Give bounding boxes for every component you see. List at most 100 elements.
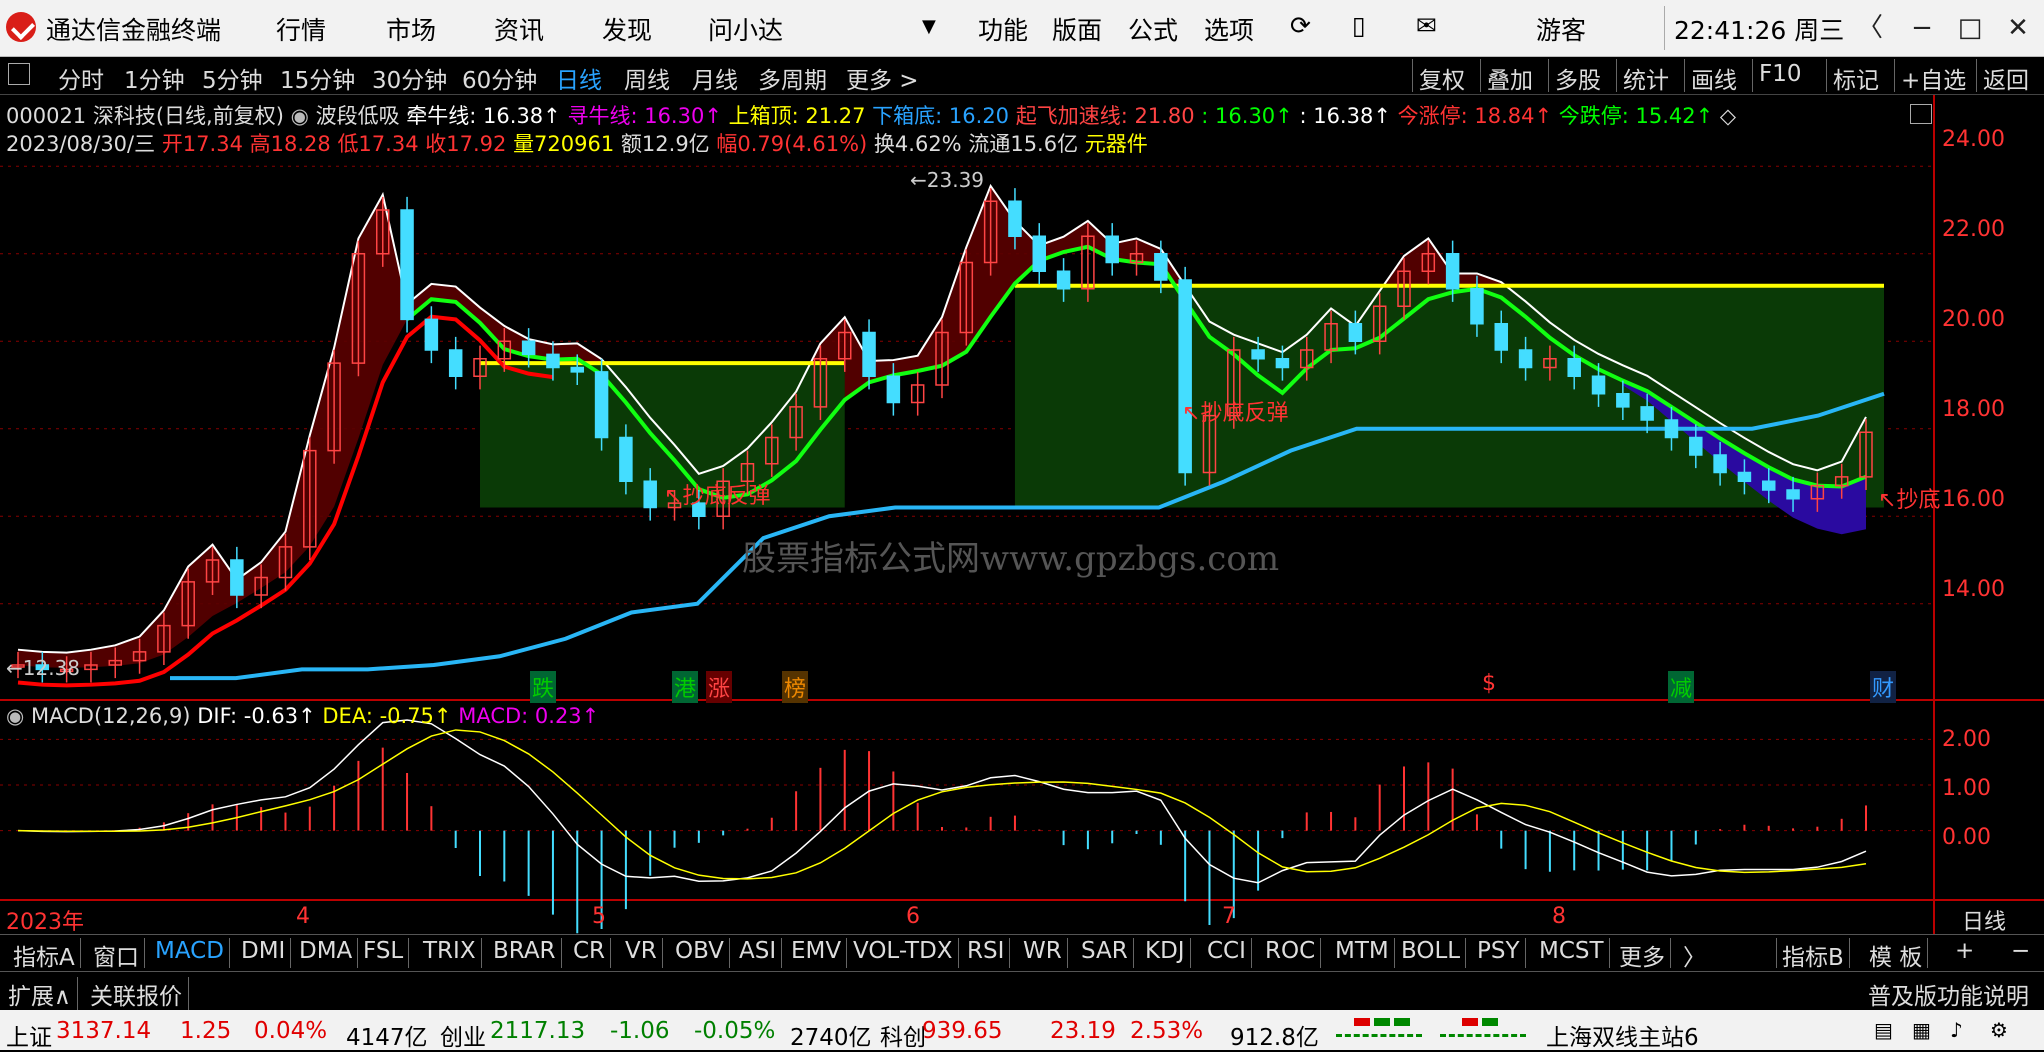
tab-zhibiao-a[interactable]: 指标A xyxy=(8,938,81,971)
signal-label: ↖抄底 xyxy=(1878,488,1941,513)
event-marker[interactable]: 财 xyxy=(1870,671,1897,703)
menu-hangqing[interactable]: 行情 xyxy=(276,11,326,47)
btn-biaoji[interactable]: 标记 xyxy=(1826,59,1885,94)
tab-emv[interactable]: EMV xyxy=(786,938,848,968)
tab-psy[interactable]: PSY xyxy=(1472,938,1526,968)
version-notes-link[interactable]: 普及版功能说明 xyxy=(1868,977,2029,1011)
settings-icon[interactable]: ⚙ xyxy=(1990,1018,2008,1042)
mail-icon[interactable]: ✉ xyxy=(1416,11,1437,40)
tab-chuangkou[interactable]: 窗口 xyxy=(88,938,145,971)
tab-brar[interactable]: BRAR xyxy=(488,938,562,968)
tab-kdj[interactable]: KDJ xyxy=(1140,938,1191,968)
period-30min[interactable]: 30分钟 xyxy=(372,61,447,95)
event-marker[interactable]: 涨 xyxy=(706,671,733,703)
period-weekly[interactable]: 周线 xyxy=(624,61,670,95)
quote-high: 高18.28 xyxy=(249,132,331,156)
extend-toggle[interactable]: 扩展∧ xyxy=(8,977,78,1011)
bell-icon[interactable]: ♪ xyxy=(1950,1018,1963,1042)
remove-icon[interactable]: − xyxy=(2006,938,2035,968)
tab-obv[interactable]: OBV xyxy=(670,938,730,968)
menu-gongshi[interactable]: 公式 xyxy=(1128,11,1178,47)
kline-chart[interactable] xyxy=(0,95,2044,935)
minimize-icon[interactable]: − xyxy=(1902,8,1942,48)
grid-icon[interactable]: ▦ xyxy=(1912,1018,1931,1042)
btn-f10[interactable]: F10 xyxy=(1752,59,1808,92)
btn-huaxian[interactable]: 画线 xyxy=(1684,59,1743,94)
btn-duogu[interactable]: 多股 xyxy=(1548,59,1607,94)
panel-toggle-icon[interactable] xyxy=(8,63,30,85)
refresh-icon[interactable]: ⟳ xyxy=(1290,11,1311,40)
server-name[interactable]: 上海双线主站6 xyxy=(1546,1018,1699,1052)
menu-xuanxiang[interactable]: 选项 xyxy=(1204,11,1254,47)
chevron-down-icon[interactable]: ▼ xyxy=(922,16,936,37)
event-marker[interactable]: 榜 xyxy=(782,671,809,703)
period-more[interactable]: 更多 > xyxy=(846,61,919,95)
btn-tongji[interactable]: 统计 xyxy=(1616,59,1675,94)
tab-sar[interactable]: SAR xyxy=(1076,938,1134,968)
tab-wr[interactable]: WR xyxy=(1018,938,1068,968)
tab-dmi[interactable]: DMI xyxy=(236,938,292,968)
panel-expand-icon[interactable] xyxy=(1910,104,1932,124)
btn-diejia[interactable]: 叠加 xyxy=(1480,59,1539,94)
tab-macd[interactable]: MACD xyxy=(150,938,230,968)
tab-mcst[interactable]: MCST xyxy=(1534,938,1610,968)
candle-body xyxy=(230,559,244,596)
related-quotes[interactable]: 关联报价 xyxy=(90,977,189,1011)
period-5min[interactable]: 5分钟 xyxy=(202,61,263,95)
formula-dropdown-icon[interactable]: ◉ xyxy=(291,104,309,128)
menu-shichang[interactable]: 市场 xyxy=(386,11,436,47)
tab-boll[interactable]: BOLL xyxy=(1396,938,1467,968)
kc-index-name[interactable]: 科创 xyxy=(880,1018,926,1052)
sh-index-name[interactable]: 上证 xyxy=(6,1018,52,1052)
btn-zixuan[interactable]: +自选 xyxy=(1894,59,1972,94)
btn-fuquan[interactable]: 复权 xyxy=(1412,59,1471,94)
tab-template[interactable]: 模 板 xyxy=(1864,938,1929,971)
quote-sector[interactable]: 元器件 xyxy=(1085,132,1148,156)
tab-asi[interactable]: ASI xyxy=(734,938,783,968)
tab-vol-tdx[interactable]: VOL-TDX xyxy=(848,938,959,968)
tab-mtm[interactable]: MTM xyxy=(1330,938,1395,968)
tab-dma[interactable]: DMA xyxy=(294,938,359,968)
tab-next-icon[interactable]: 〉 xyxy=(1678,938,1711,971)
tab-roc[interactable]: ROC xyxy=(1260,938,1322,968)
qifei-value: 起飞加速线: 21.80 xyxy=(1015,104,1195,128)
formula-name[interactable]: 波段低吸 xyxy=(316,104,400,128)
back-arrow-icon[interactable]: 〈 xyxy=(1850,8,1890,48)
user-label[interactable]: 游客 xyxy=(1536,11,1586,47)
phone-icon[interactable]: ▯ xyxy=(1352,11,1366,40)
period-monthly[interactable]: 月线 xyxy=(692,61,738,95)
event-marker[interactable]: 港 xyxy=(672,671,699,703)
menu-gongneng[interactable]: 功能 xyxy=(978,11,1028,47)
macd-dropdown-icon[interactable]: ◉ xyxy=(6,704,24,728)
macd-name[interactable]: MACD(12,26,9) xyxy=(31,704,191,728)
period-1min[interactable]: 1分钟 xyxy=(124,61,185,95)
period-daily[interactable]: 日线 xyxy=(556,61,602,95)
tab-more[interactable]: 更多 xyxy=(1614,938,1671,971)
period-fenshi[interactable]: 分时 xyxy=(58,61,104,95)
tab-trix[interactable]: TRIX xyxy=(418,938,482,968)
cy-index-name[interactable]: 创业 xyxy=(440,1018,486,1052)
menu-zixun[interactable]: 资讯 xyxy=(494,11,544,47)
period-60min[interactable]: 60分钟 xyxy=(462,61,537,95)
menu-faxian[interactable]: 发现 xyxy=(602,11,652,47)
diamond-icon[interactable]: ◇ xyxy=(1720,104,1736,128)
event-marker[interactable]: $ xyxy=(1480,671,1498,696)
period-multi[interactable]: 多周期 xyxy=(758,61,827,95)
event-marker[interactable]: 跌 xyxy=(530,671,557,703)
period-15min[interactable]: 15分钟 xyxy=(280,61,355,95)
tab-rsi[interactable]: RSI xyxy=(962,938,1011,968)
add-icon[interactable]: + xyxy=(1950,938,1979,968)
event-marker[interactable]: 减 xyxy=(1668,671,1695,703)
tab-fsl[interactable]: FSL xyxy=(358,938,410,968)
tab-cr[interactable]: CR xyxy=(568,938,612,968)
tab-vr[interactable]: VR xyxy=(620,938,663,968)
candle-body xyxy=(1348,323,1363,342)
maximize-icon[interactable]: □ xyxy=(1950,8,1990,48)
tab-zhibiao-b[interactable]: 指标B xyxy=(1776,938,1850,971)
close-icon[interactable]: ✕ xyxy=(1998,8,2038,48)
tab-cci[interactable]: CCI xyxy=(1202,938,1252,968)
menu-banmian[interactable]: 版面 xyxy=(1052,11,1102,47)
notepad-icon[interactable]: ▤ xyxy=(1874,1018,1893,1042)
btn-fanhui[interactable]: 返回 xyxy=(1976,59,2035,94)
menu-wenxiaoda[interactable]: 问小达 xyxy=(708,11,783,47)
